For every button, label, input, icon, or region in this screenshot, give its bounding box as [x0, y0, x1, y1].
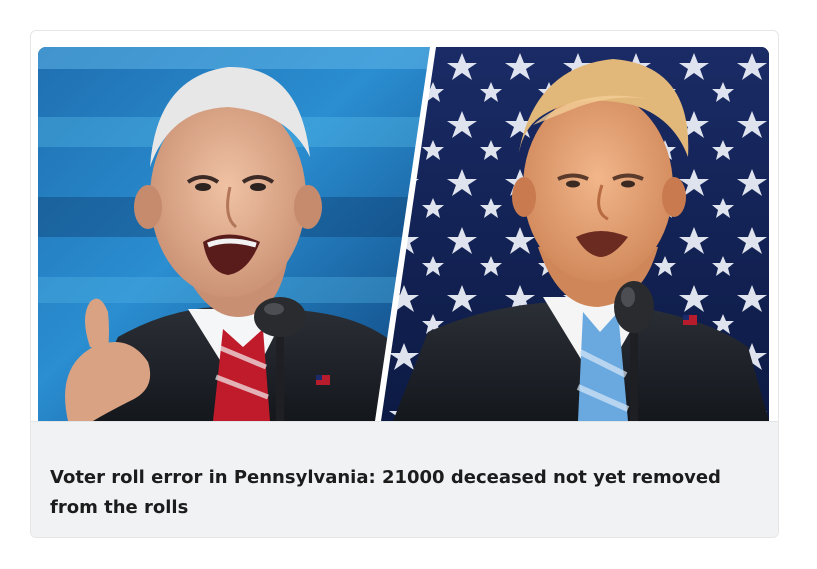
link-preview-card[interactable]: Voter roll error in Pennsylvania: 21000 … [30, 30, 779, 538]
split-photo-illustration [38, 47, 769, 421]
left-photo [38, 47, 438, 421]
preview-image[interactable] [38, 47, 769, 421]
right-photo [378, 47, 769, 421]
card-footer[interactable]: Voter roll error in Pennsylvania: 21000 … [31, 421, 778, 537]
article-title[interactable]: Voter roll error in Pennsylvania: 21000 … [50, 463, 740, 523]
